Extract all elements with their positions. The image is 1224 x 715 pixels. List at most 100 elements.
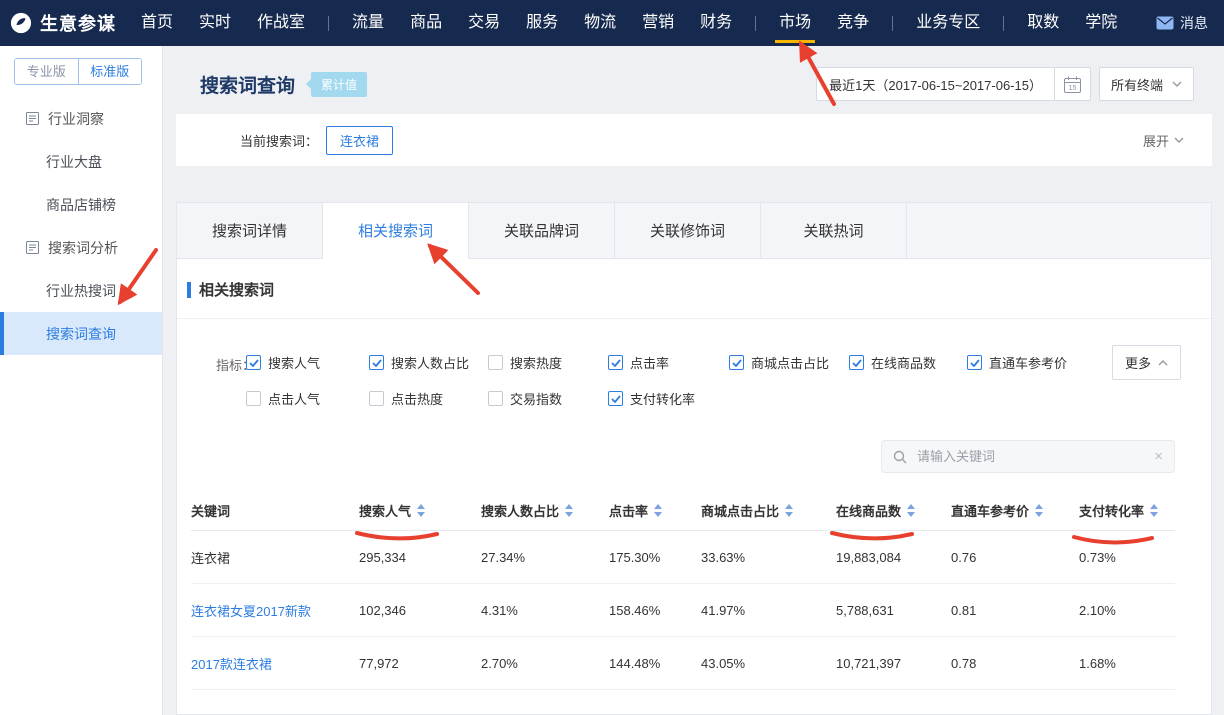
- cell-value: 1.68%: [1079, 656, 1175, 671]
- tab-related-search-terms[interactable]: 相关搜索词: [323, 203, 469, 259]
- sort-icon[interactable]: [1150, 504, 1158, 517]
- sidebar: 专业版 标准版 行业洞察 行业大盘 商品店铺榜 搜索词分析: [0, 46, 163, 715]
- sort-icon[interactable]: [907, 504, 915, 517]
- cell-value: 10,721,397: [836, 656, 951, 671]
- chevron-down-icon: [1174, 137, 1184, 143]
- nav-academy[interactable]: 学院: [1072, 0, 1130, 46]
- metrics-filter: 指标： 搜索人气 搜索人数占比 搜索热度: [177, 319, 1211, 408]
- current-keyword-tag[interactable]: 连衣裙: [326, 126, 393, 155]
- terminal-filter-select[interactable]: 所有终端: [1099, 67, 1194, 101]
- sort-icon[interactable]: [565, 504, 573, 517]
- cell-keyword-link[interactable]: 2017款连衣裙: [191, 654, 359, 673]
- keyword-search-box[interactable]: ×: [881, 440, 1175, 473]
- nav-traffic[interactable]: 流量: [339, 0, 397, 46]
- checkbox-icon: [849, 355, 864, 370]
- checkbox-icon: [608, 391, 623, 406]
- metric-checkbox-online-products[interactable]: 在线商品数: [849, 353, 967, 372]
- table-header-row: 关键词 搜索人气 搜索人数占比 点击率 商城点击占: [191, 491, 1175, 531]
- metric-checkbox-click-popularity[interactable]: 点击人气: [246, 389, 369, 408]
- sort-icon[interactable]: [417, 504, 425, 517]
- nav-business-zone[interactable]: 业务专区: [903, 0, 993, 46]
- version-tab-standard[interactable]: 标准版: [78, 59, 142, 84]
- nav-home[interactable]: 首页: [128, 0, 186, 46]
- app-logo[interactable]: 生意参谋: [0, 10, 128, 36]
- metric-checkbox-mall-click-share[interactable]: 商城点击占比: [729, 353, 849, 372]
- metric-checkbox-click-heat[interactable]: 点击热度: [369, 389, 488, 408]
- keyword-search-input[interactable]: [915, 448, 1146, 465]
- sort-icon[interactable]: [785, 504, 793, 517]
- svg-text:15: 15: [1069, 85, 1077, 92]
- col-payment-conversion[interactable]: 支付转化率: [1079, 501, 1175, 520]
- tab-related-hot-words[interactable]: 关联热词: [761, 203, 907, 259]
- nav-realtime[interactable]: 实时: [186, 0, 244, 46]
- cell-value: 0.73%: [1079, 550, 1175, 565]
- metric-checkbox-search-heat[interactable]: 搜索热度: [488, 353, 608, 372]
- calendar-icon: 15: [1064, 76, 1081, 93]
- sidebar-item-industry-hot-words[interactable]: 行业热搜词: [0, 269, 162, 312]
- current-search-panel: 当前搜索词： 连衣裙 展开: [176, 114, 1212, 166]
- cell-value: 102,346: [359, 603, 481, 618]
- metric-label: 点击率: [630, 353, 669, 372]
- sort-icon[interactable]: [654, 504, 662, 517]
- sidebar-item-industry-insight[interactable]: 行业洞察: [0, 97, 162, 140]
- nav-market[interactable]: 市场: [766, 0, 824, 46]
- metric-label: 支付转化率: [630, 389, 695, 408]
- date-range-picker[interactable]: 最近1天（2017-06-15~2017-06-15） 15: [816, 67, 1091, 101]
- cell-value: 295,334: [359, 550, 481, 565]
- more-label: 更多: [1125, 353, 1151, 372]
- calendar-button[interactable]: 15: [1054, 68, 1090, 100]
- tab-related-modifier-words[interactable]: 关联修饰词: [615, 203, 761, 259]
- sidebar-item-search-term-analysis[interactable]: 搜索词分析: [0, 226, 162, 269]
- more-button[interactable]: 更多: [1112, 345, 1181, 380]
- expand-button[interactable]: 展开: [1143, 131, 1184, 150]
- checkbox-icon: [369, 355, 384, 370]
- nav-data-extract[interactable]: 取数: [1014, 0, 1072, 46]
- nav-service[interactable]: 服务: [513, 0, 571, 46]
- tab-search-term-detail[interactable]: 搜索词详情: [177, 203, 323, 259]
- metric-checkbox-trade-index[interactable]: 交易指数: [488, 389, 608, 408]
- nav-divider: [892, 16, 893, 31]
- nav-logistics[interactable]: 物流: [571, 0, 629, 46]
- nav-message[interactable]: 消息: [1156, 13, 1208, 33]
- cell-keyword: 连衣裙: [191, 548, 359, 567]
- nav-marketing[interactable]: 营销: [629, 0, 687, 46]
- version-toggle: 专业版 标准版: [14, 58, 142, 85]
- sidebar-item-search-term-query[interactable]: 搜索词查询: [0, 312, 162, 355]
- clear-input-icon[interactable]: ×: [1154, 449, 1163, 464]
- version-tab-pro[interactable]: 专业版: [15, 59, 78, 84]
- metric-checkbox-searcher-share[interactable]: 搜索人数占比: [369, 353, 488, 372]
- metric-label: 搜索人数占比: [391, 353, 469, 372]
- sidebar-item-goods-shop-ranking[interactable]: 商品店铺榜: [0, 183, 162, 226]
- cell-value: 158.46%: [609, 603, 701, 618]
- col-ztc-reference-price[interactable]: 直通车参考价: [951, 501, 1079, 520]
- col-click-rate[interactable]: 点击率: [609, 501, 701, 520]
- col-search-popularity[interactable]: 搜索人气: [359, 501, 481, 520]
- nav-divider: [755, 16, 756, 31]
- metric-checkbox-search-popularity[interactable]: 搜索人气: [246, 353, 369, 372]
- cell-value: 19,883,084: [836, 550, 951, 565]
- checkbox-icon: [246, 391, 261, 406]
- metric-checkbox-payment-conversion[interactable]: 支付转化率: [608, 389, 729, 408]
- metric-checkbox-click-rate[interactable]: 点击率: [608, 353, 729, 372]
- nav-war-room[interactable]: 作战室: [244, 0, 318, 46]
- col-mall-click-share[interactable]: 商城点击占比: [701, 501, 836, 520]
- nav-competition[interactable]: 竞争: [824, 0, 882, 46]
- cell-keyword-link[interactable]: 连衣裙女夏2017新款: [191, 601, 359, 620]
- nav-finance[interactable]: 财务: [687, 0, 745, 46]
- metrics-label: 指标：: [216, 355, 255, 374]
- section-accent-bar: [187, 282, 191, 298]
- cell-value: 144.48%: [609, 656, 701, 671]
- nav-trade[interactable]: 交易: [455, 0, 513, 46]
- tab-related-brand-words[interactable]: 关联品牌词: [469, 203, 615, 259]
- sidebar-item-industry-overview[interactable]: 行业大盘: [0, 140, 162, 183]
- main-content: 搜索词查询 累计值 最近1天（2017-06-15~2017-06-15） 15: [163, 46, 1224, 715]
- related-search-table: 关键词 搜索人气 搜索人数占比 点击率 商城点击占: [191, 491, 1175, 690]
- col-searcher-share[interactable]: 搜索人数占比: [481, 501, 609, 520]
- metric-label: 交易指数: [510, 389, 562, 408]
- cell-value: 0.81: [951, 603, 1079, 618]
- sort-icon[interactable]: [1035, 504, 1043, 517]
- current-search-label: 当前搜索词：: [240, 131, 318, 150]
- cell-value: 0.76: [951, 550, 1079, 565]
- nav-goods[interactable]: 商品: [397, 0, 455, 46]
- col-online-products[interactable]: 在线商品数: [836, 501, 951, 520]
